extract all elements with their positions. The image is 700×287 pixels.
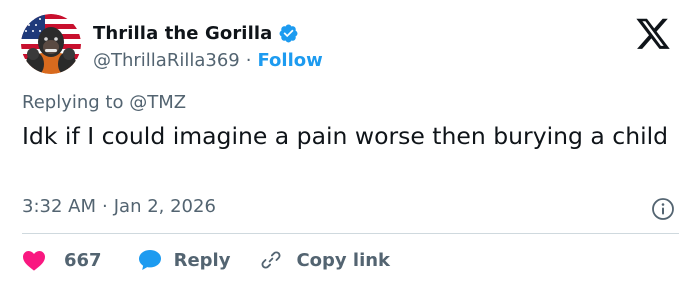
tweet-text: Idk if I could imagine a pain worse then… (22, 122, 669, 150)
divider (22, 233, 679, 234)
tweet-card: Thrilla the Gorilla @ThrillaRilla369 · F… (0, 0, 700, 287)
reply-context-prefix: Replying to (22, 92, 124, 113)
author-display-name[interactable]: Thrilla the Gorilla (93, 23, 272, 44)
avatar[interactable] (21, 14, 81, 74)
copy-link-button[interactable]: Copy link (260, 249, 390, 271)
reply-mention-link[interactable]: @TMZ (129, 92, 186, 113)
avatar-image (21, 14, 81, 74)
separator-dot: · (245, 49, 252, 71)
copy-link-label: Copy link (296, 249, 391, 271)
tweet-time: 3:32 AM (22, 196, 96, 217)
like-button[interactable]: 667 (22, 249, 102, 271)
like-count: 667 (64, 249, 102, 271)
speech-bubble-icon (138, 249, 162, 271)
reply-button[interactable]: Reply (138, 249, 231, 271)
author-handle-row: @ThrillaRilla369 · Follow (93, 47, 323, 73)
verified-badge-icon[interactable] (278, 23, 299, 44)
x-logo-icon[interactable] (634, 18, 672, 52)
info-icon[interactable] (651, 197, 675, 221)
tweet-date: Jan 2, 2026 (113, 196, 216, 217)
author-handle[interactable]: @ThrillaRilla369 (93, 50, 240, 71)
heart-icon (22, 249, 46, 271)
follow-button[interactable]: Follow (257, 50, 322, 71)
tweet-timestamp[interactable]: 3:32 AM · Jan 2, 2026 (22, 196, 216, 217)
author-name-row: Thrilla the Gorilla (93, 20, 299, 46)
timestamp-separator: · (102, 196, 108, 217)
reply-label: Reply (173, 249, 231, 271)
reply-context: Replying to @TMZ (22, 92, 186, 113)
tweet-actions: 667 Reply Copy link (22, 246, 390, 274)
link-icon (260, 249, 282, 271)
